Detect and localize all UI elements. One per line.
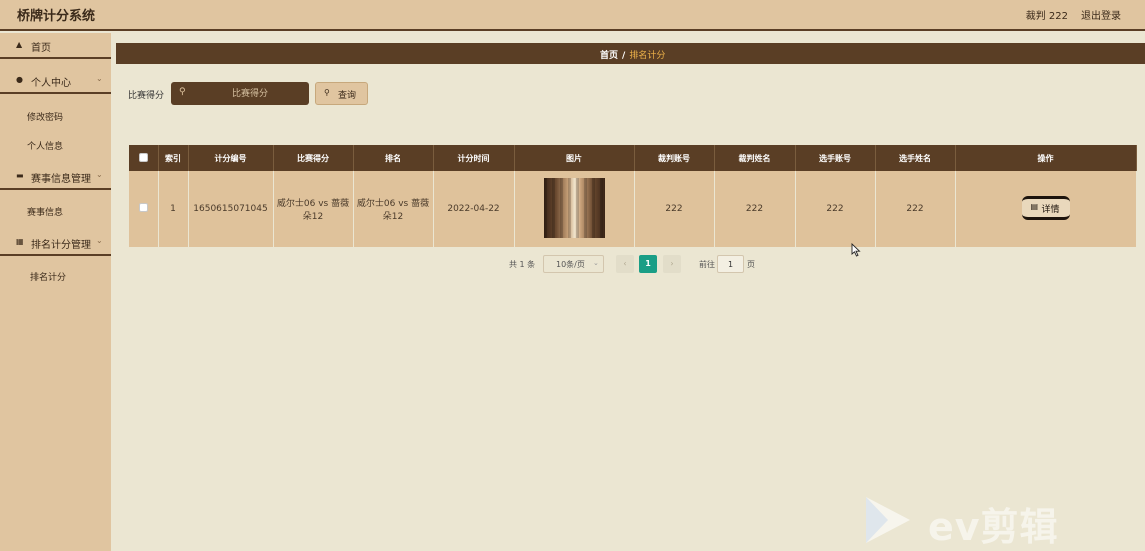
query-button-label: 查询 xyxy=(338,91,357,101)
grid-icon: ▦ xyxy=(16,237,24,246)
sidebar-item-rank-score[interactable]: 排名计分 xyxy=(0,265,111,287)
cell-match-score: 威尔士06 vs 蔷薇朵12 xyxy=(273,171,354,247)
sidebar-item-label: 排名计分 xyxy=(30,273,67,283)
prev-page-button[interactable]: ‹ xyxy=(616,255,634,273)
query-button[interactable]: ⚲ 查询 xyxy=(315,82,368,105)
sidebar-item-label: 修改密码 xyxy=(27,113,64,123)
next-page-button[interactable]: › xyxy=(663,255,681,273)
row-select-cell xyxy=(129,171,159,247)
sidebar-item-label: 赛事信息 xyxy=(27,208,64,218)
sidebar-item-label: 赛事信息管理 xyxy=(31,174,91,185)
sidebar-item-label: 个人信息 xyxy=(27,142,64,152)
column-header: 比赛得分 xyxy=(273,145,354,171)
search-icon: ⚲ xyxy=(324,88,330,97)
chevron-right-icon: › xyxy=(670,259,674,268)
column-header: 裁判账号 xyxy=(634,145,715,171)
select-all-cell xyxy=(129,145,159,171)
row-thumbnail[interactable] xyxy=(543,177,605,238)
user-info: 裁判 222 xyxy=(1025,11,1068,22)
pagination-total: 共 1 条 xyxy=(509,260,536,269)
home-icon: ▲ xyxy=(16,40,23,49)
goto-label: 前往 xyxy=(699,260,715,269)
document-icon: ▤ xyxy=(1030,201,1039,211)
column-header: 计分编号 xyxy=(188,145,274,171)
column-header: 选手账号 xyxy=(795,145,876,171)
sidebar-item-personal[interactable]: ● 个人中心 ⌄ xyxy=(0,68,111,94)
ticket-icon: ▬ xyxy=(16,171,24,180)
column-header: 索引 xyxy=(158,145,189,171)
sidebar-item-label: 排名计分管理 xyxy=(31,240,91,251)
search-input[interactable] xyxy=(195,84,305,103)
app-title: 桥牌计分系统 xyxy=(17,9,96,24)
column-header: 裁判姓名 xyxy=(714,145,796,171)
watermark-logo-icon xyxy=(862,495,914,549)
cell-index: 1 xyxy=(158,171,189,247)
search-icon: ⚲ xyxy=(179,87,186,97)
column-header: 排名 xyxy=(353,145,434,171)
chevron-down-icon: ⌄ xyxy=(96,74,103,83)
breadcrumb-current: 排名计分 xyxy=(629,51,666,61)
sidebar-item-match-mgmt[interactable]: ▬ 赛事信息管理 ⌄ xyxy=(0,164,111,190)
page-suffix-label: 页 xyxy=(747,260,755,269)
detail-button-label: 详情 xyxy=(1041,204,1060,215)
table-header-row: 索引 计分编号 比赛得分 排名 计分时间 图片 裁判账号 裁判姓名 选手账号 选… xyxy=(129,145,1137,171)
search-label: 比赛得分 xyxy=(128,91,165,101)
cell-time: 2022-04-22 xyxy=(433,171,515,247)
select-all-checkbox[interactable] xyxy=(138,152,148,162)
column-header: 选手姓名 xyxy=(875,145,956,171)
top-header: 桥牌计分系统 裁判 222 退出登录 xyxy=(0,0,1145,31)
chevron-down-icon: ⌄ xyxy=(96,236,103,245)
column-header: 计分时间 xyxy=(433,145,515,171)
sidebar-item-change-password[interactable]: 修改密码 xyxy=(0,105,111,127)
sidebar-item-match-info[interactable]: 赛事信息 xyxy=(0,200,111,222)
chevron-down-icon: ⌄ xyxy=(593,259,599,267)
sidebar: ▲ 首页 ● 个人中心 ⌄ 修改密码 个人信息 ▬ 赛事信息管理 ⌄ 赛事信息 … xyxy=(0,33,111,551)
sidebar-item-home[interactable]: ▲ 首页 xyxy=(0,33,111,59)
cell-actions: ▤ 详情 xyxy=(955,171,1137,247)
breadcrumb-home[interactable]: 首页 xyxy=(600,51,618,61)
breadcrumb-separator: / xyxy=(622,51,626,61)
score-table: 索引 计分编号 比赛得分 排名 计分时间 图片 裁判账号 裁判姓名 选手账号 选… xyxy=(129,145,1137,247)
goto-page-input[interactable] xyxy=(717,255,744,273)
cell-referee-account: 222 xyxy=(634,171,715,247)
page-size-select[interactable]: 10条/页 ⌄ xyxy=(543,255,604,273)
cell-image xyxy=(514,171,635,247)
column-header: 图片 xyxy=(514,145,635,171)
cell-player-name: 222 xyxy=(875,171,956,247)
detail-button[interactable]: ▤ 详情 xyxy=(1021,195,1070,220)
breadcrumb: 首页 / 排名计分 xyxy=(600,48,665,61)
cell-player-account: 222 xyxy=(795,171,876,247)
sidebar-item-personal-info[interactable]: 个人信息 xyxy=(0,134,111,156)
chevron-left-icon: ‹ xyxy=(623,259,627,268)
cell-referee-name: 222 xyxy=(714,171,796,247)
search-field[interactable]: ⚲ xyxy=(171,82,309,105)
user-icon: ● xyxy=(16,75,23,84)
page-size-value: 10条/页 xyxy=(556,260,585,269)
breadcrumb-bar: 首页 / 排名计分 xyxy=(116,43,1145,64)
table-row: 1 1650615071045 威尔士06 vs 蔷薇朵12 威尔士06 vs … xyxy=(129,171,1137,247)
cell-score-id: 1650615071045 xyxy=(188,171,274,247)
logout-link[interactable]: 退出登录 xyxy=(1081,7,1121,22)
page-number-current[interactable]: 1 xyxy=(639,255,657,273)
column-header: 操作 xyxy=(955,145,1137,171)
row-checkbox[interactable] xyxy=(138,203,148,212)
chevron-down-icon: ⌄ xyxy=(96,170,103,179)
sidebar-item-rank-mgmt[interactable]: ▦ 排名计分管理 ⌄ xyxy=(0,230,111,256)
watermark-text: ev剪辑 xyxy=(928,505,1059,549)
sidebar-item-label: 个人中心 xyxy=(31,78,71,89)
mouse-cursor-icon xyxy=(851,242,861,261)
cell-rank: 威尔士06 vs 蔷薇朵12 xyxy=(353,171,434,247)
sidebar-item-label: 首页 xyxy=(31,43,51,54)
